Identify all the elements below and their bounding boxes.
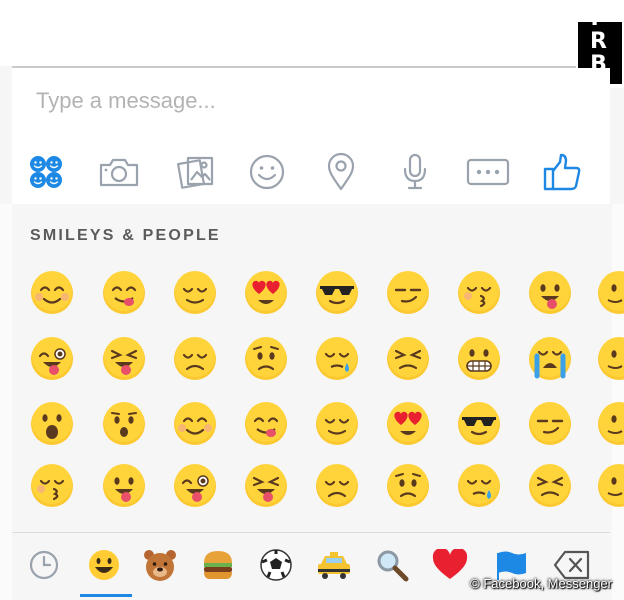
thumbs-up-icon[interactable] (534, 144, 590, 200)
camera-icon[interactable] (91, 144, 147, 200)
message-input[interactable] (34, 82, 558, 120)
disappointed-emoji[interactable] (172, 336, 218, 382)
tongue-out-emoji[interactable] (527, 270, 573, 316)
tongue-out-yum-emoji[interactable] (101, 270, 147, 316)
relieved-emoji[interactable] (314, 401, 360, 447)
worried-emoji[interactable] (385, 463, 431, 509)
smirk-emoji[interactable] (385, 270, 431, 316)
heart-eyes-emoji[interactable] (243, 270, 289, 316)
gallery-icon[interactable] (168, 144, 224, 200)
cool-sunglasses-emoji[interactable] (314, 270, 360, 316)
tabs-divider (12, 532, 610, 533)
microphone-icon[interactable] (387, 144, 443, 200)
category-heading: SMILEYS & PEOPLE (30, 227, 221, 244)
sleepy-tear-emoji[interactable] (314, 336, 360, 382)
composer-toolbar (12, 144, 610, 200)
kissing-emoji[interactable] (456, 270, 502, 316)
travel-taxi-icon[interactable] (314, 545, 354, 585)
persevering-emoji[interactable] (527, 463, 573, 509)
smirk-emoji[interactable] (527, 401, 573, 447)
selected-tab-indicator (80, 594, 132, 597)
partial-face-emoji[interactable] (596, 336, 624, 382)
activity-soccer-icon[interactable] (256, 545, 296, 585)
disappointed-emoji[interactable] (314, 463, 360, 509)
smiling-blushing-emoji[interactable] (29, 270, 75, 316)
partial-face-emoji[interactable] (596, 401, 624, 447)
wink-tongue-emoji[interactable] (172, 463, 218, 509)
squint-tongue-emoji[interactable] (243, 463, 289, 509)
partial-face-emoji[interactable] (596, 270, 624, 316)
tongue-out-emoji[interactable] (101, 463, 147, 509)
location-icon[interactable] (313, 144, 369, 200)
heart-eyes-emoji[interactable] (385, 401, 431, 447)
smileys-icon[interactable] (84, 545, 124, 585)
recent-icon[interactable] (24, 545, 64, 585)
hushed-emoji[interactable] (101, 401, 147, 447)
cool-sunglasses-emoji[interactable] (456, 401, 502, 447)
persevering-emoji[interactable] (385, 336, 431, 382)
message-composer (12, 68, 610, 204)
image-credit: © Facebook, Messenger (470, 576, 612, 591)
worried-emoji[interactable] (243, 336, 289, 382)
symbols-heart-icon[interactable] (430, 545, 470, 585)
tongue-out-yum-emoji[interactable] (243, 401, 289, 447)
animals-bear-icon[interactable] (140, 545, 180, 585)
loudly-crying-emoji[interactable] (527, 336, 573, 382)
top-blank-area (0, 0, 624, 66)
surprised-open-mouth-emoji[interactable] (29, 401, 75, 447)
sleepy-tear-emoji[interactable] (456, 463, 502, 509)
smiling-blushing-emoji[interactable] (172, 401, 218, 447)
stickers-icon[interactable] (18, 144, 74, 200)
wink-tongue-emoji[interactable] (29, 336, 75, 382)
smiley-icon[interactable] (239, 144, 295, 200)
left-edge (0, 204, 12, 600)
squint-tongue-emoji[interactable] (101, 336, 147, 382)
relieved-emoji[interactable] (172, 270, 218, 316)
grimacing-emoji[interactable] (456, 336, 502, 382)
food-burger-icon[interactable] (198, 545, 238, 585)
partial-face-emoji[interactable] (596, 463, 624, 509)
kissing-emoji[interactable] (29, 463, 75, 509)
objects-magnifier-icon[interactable] (372, 545, 412, 585)
more-icon[interactable] (460, 144, 516, 200)
